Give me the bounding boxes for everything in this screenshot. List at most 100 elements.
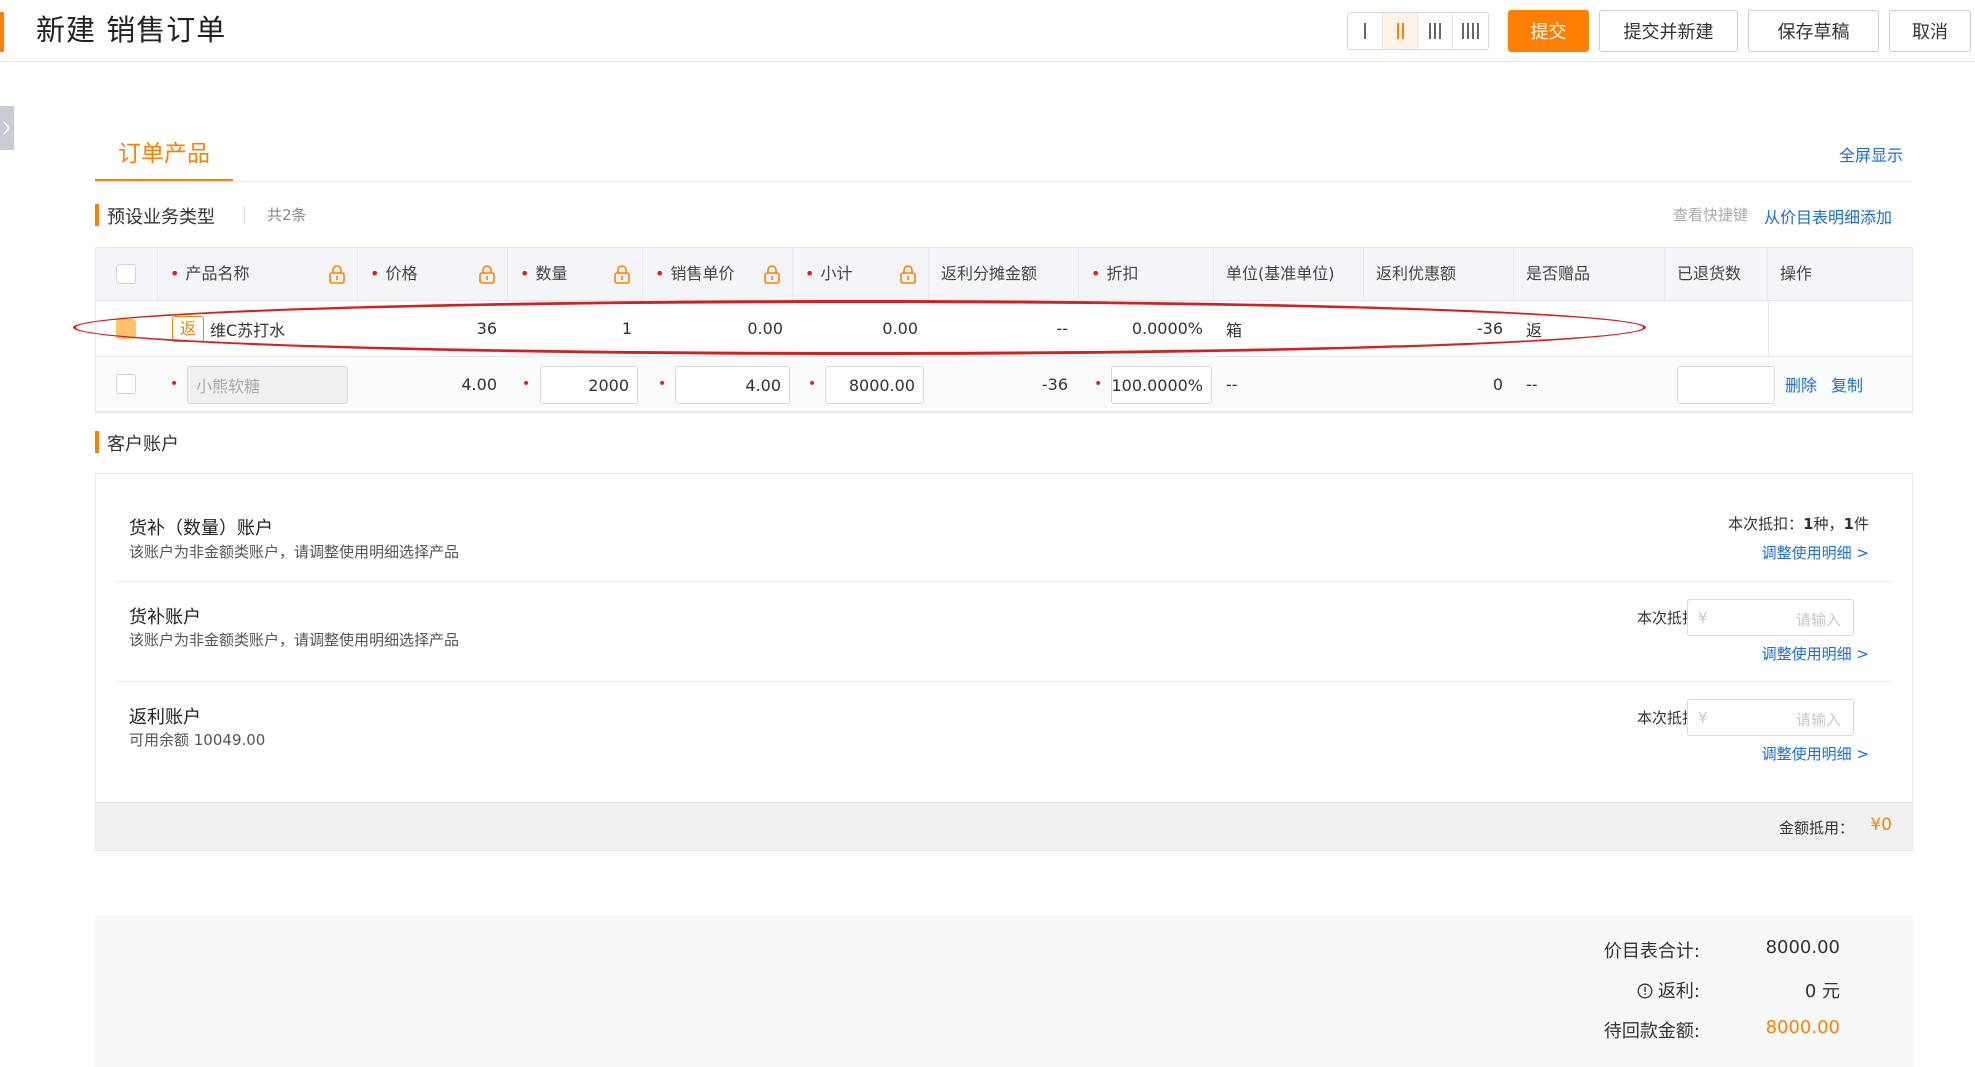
subtotal-cell: 0.00 <box>882 319 918 338</box>
is-gift-cell: -- <box>1526 374 1538 394</box>
rebate-label-group: 返利: <box>1637 977 1700 1003</box>
rebate-label: 返利: <box>1657 981 1700 1002</box>
account-desc: 该账户为非金额类账户，请调整使用明细选择产品 <box>129 631 460 649</box>
row-select-cell <box>116 301 136 356</box>
deduct-label: 本次抵扣： <box>1728 515 1804 533</box>
required-marker: • <box>808 376 817 392</box>
receivable-value: 8000.00 <box>1765 1017 1840 1038</box>
page-title: 新建 销售订单 <box>36 13 227 47</box>
save-draft-button[interactable]: 保存草稿 <box>1748 10 1879 52</box>
layout-2-column-button[interactable] <box>1383 13 1418 49</box>
row-checkbox[interactable] <box>116 374 136 394</box>
input-placeholder: 请输入 <box>1795 711 1841 729</box>
row-count: 共2条 <box>244 206 307 224</box>
account-item-goods: 货补账户 该账户为非金额类账户，请调整使用明细选择产品 本次抵扣 ¥ 请输入 调… <box>116 582 1892 682</box>
lock-icon <box>479 265 495 284</box>
order-products-table: • 产品名称 • 价格 • 数量 • 销售单价 • 小计 返利分摊金额 • 折扣 单位(基准… <box>95 247 1913 413</box>
info-icon[interactable] <box>1637 983 1653 999</box>
shortcut-keys-link[interactable]: 查看快捷键 <box>1673 204 1748 225</box>
available-balance: 可用余额 10049.00 <box>129 731 266 749</box>
currency-symbol: ¥ <box>1698 709 1708 727</box>
adjust-usage-link[interactable]: 调整使用明细 > <box>1762 743 1869 764</box>
column-header-returned: 已退货数 <box>1665 248 1768 300</box>
account-desc: 该账户为非金额类账户，请调整使用明细选择产品 <box>129 543 460 561</box>
row-checkbox[interactable] <box>116 318 136 339</box>
layout-4-column-button[interactable] <box>1453 13 1488 49</box>
required-marker: • <box>170 376 179 392</box>
lock-icon <box>764 265 780 284</box>
column-header-unit-price: • 销售单价 <box>643 248 793 300</box>
unit-price-input[interactable]: 4.00 <box>675 366 790 404</box>
select-all-checkbox[interactable] <box>116 264 136 284</box>
copy-row-link[interactable]: 复制 <box>1831 372 1863 396</box>
price-total-label: 价目表合计: <box>1603 941 1700 962</box>
adjust-usage-link[interactable]: 调整使用明细 > <box>1762 643 1869 664</box>
receivable-label: 待回款金额: <box>1603 1021 1700 1042</box>
lock-icon <box>614 265 630 284</box>
column-label: 产品名称 <box>185 264 250 283</box>
amount-offset-label: 金额抵用： <box>1778 819 1854 837</box>
rebate-value: 0 元 <box>1804 981 1840 1002</box>
rebate-badge: 返 <box>172 315 204 342</box>
column-header-product-name: • 产品名称 <box>158 248 358 300</box>
delete-row-link[interactable]: 删除 <box>1785 372 1817 396</box>
column-label: 折扣 <box>1106 264 1139 283</box>
column-header-rebate-allocation: 返利分摊金额 <box>929 248 1079 300</box>
unit-cell: -- <box>1226 374 1238 394</box>
layout-1-column-button[interactable] <box>1348 13 1383 49</box>
column-label: 小计 <box>820 264 853 283</box>
product-name-cell: 返 维C苏打水 <box>172 301 352 356</box>
returned-quantity-input[interactable] <box>1677 366 1775 404</box>
chevron-right-icon <box>3 121 10 135</box>
product-name: 维C苏打水 <box>210 320 286 340</box>
three-column-icon <box>1429 23 1441 39</box>
account-name: 货补（数量）账户 <box>129 518 273 539</box>
tab-order-products[interactable]: 订单产品 <box>95 134 233 182</box>
account-footer: 金额抵用： ¥0 <box>96 802 1912 850</box>
adjust-usage-link[interactable]: 调整使用明细 > <box>1762 542 1869 563</box>
quantity-input[interactable]: 2000 <box>540 366 638 404</box>
order-summary: 价目表合计: 8000.00 返利: 0 元 待回款金额: 8000.00 <box>95 915 1913 1067</box>
currency-symbol: ¥ <box>1698 609 1708 627</box>
account-item-rebate: 返利账户 可用余额 10049.00 本次抵扣 ¥ 请输入 调整使用明细 > <box>116 682 1892 792</box>
deduct-items-unit: 件 <box>1853 515 1869 533</box>
sidebar-expand-handle[interactable] <box>0 106 14 150</box>
fullscreen-link[interactable]: 全屏显示 <box>1839 142 1903 166</box>
business-type-title: 预设业务类型 <box>95 203 215 229</box>
price-cell: 36 <box>476 319 497 338</box>
deduct-kinds: 1 <box>1803 515 1814 533</box>
column-header-discount: • 折扣 <box>1079 248 1214 300</box>
rebate-amount-cell: -36 <box>1476 319 1503 338</box>
account-item-quantity-goods: 货补（数量）账户 该账户为非金额类账户，请调整使用明细选择产品 本次抵扣：1种，… <box>116 474 1892 582</box>
customer-account-title: 客户账户 <box>95 430 179 456</box>
required-marker: • <box>1094 376 1103 392</box>
discount-input[interactable]: 100.0000% <box>1111 366 1212 404</box>
unit-price-cell: 0.00 <box>747 319 783 338</box>
column-header-quantity: • 数量 <box>508 248 643 300</box>
submit-button[interactable]: 提交 <box>1508 10 1589 52</box>
deduct-summary: 本次抵扣：1种，1件 <box>1728 513 1869 534</box>
cancel-button[interactable]: 取消 <box>1889 10 1971 52</box>
rebate-allocation-cell: -- <box>1056 319 1068 338</box>
rebate-allocation-cell: -36 <box>1041 374 1068 394</box>
deduct-amount-input[interactable]: ¥ 请输入 <box>1687 599 1854 636</box>
page-header: 新建 销售订单 提交 提交并新建 保存草稿 取消 <box>0 0 1975 62</box>
required-marker: • <box>522 376 531 392</box>
required-marker: • <box>658 376 667 392</box>
deduct-kinds-unit: 种， <box>1813 515 1844 533</box>
column-header-price: • 价格 <box>358 248 508 300</box>
is-gift-cell: 返 <box>1526 320 1543 340</box>
subtotal-input[interactable]: 8000.00 <box>825 366 924 404</box>
input-placeholder: 请输入 <box>1795 611 1841 629</box>
product-name-input[interactable]: 小熊软糖 <box>187 366 348 404</box>
column-divider <box>1768 301 1769 356</box>
actions-cell: 删除 复制 <box>1785 357 1877 411</box>
layout-3-column-button[interactable] <box>1418 13 1453 49</box>
header-select-cell <box>96 248 158 300</box>
deduct-amount-input[interactable]: ¥ 请输入 <box>1687 699 1854 736</box>
submit-and-new-button[interactable]: 提交并新建 <box>1599 10 1738 52</box>
account-name: 返利账户 <box>129 707 201 728</box>
four-column-icon <box>1462 23 1479 39</box>
one-column-icon <box>1364 23 1366 39</box>
add-from-pricelist-link[interactable]: 从价目表明细添加 <box>1764 204 1892 228</box>
